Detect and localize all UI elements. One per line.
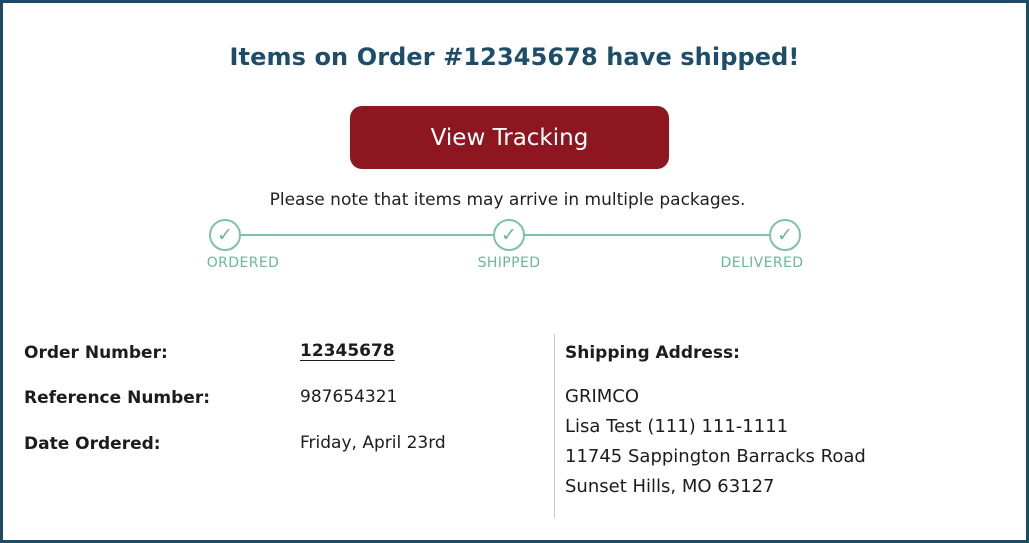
page-title: Items on Order #12345678 have shipped! (229, 43, 800, 71)
step-label-delivered: DELIVERED (720, 255, 804, 271)
order-number-label: Order Number: (24, 343, 168, 363)
address-company: GRIMCO (565, 386, 640, 407)
shipped-check-icon: ✓ (493, 219, 525, 251)
reference-number-label: Reference Number: (24, 388, 211, 408)
view-tracking-button[interactable]: View Tracking (350, 106, 669, 169)
order-number-link[interactable]: 12345678 (300, 341, 395, 361)
step-label-shipped: SHIPPED (477, 255, 541, 271)
multiple-packages-notice: Please note that items may arrive in mul… (269, 190, 746, 210)
address-street: 11745 Sappington Barracks Road (565, 446, 866, 467)
address-city-state-zip: Sunset Hills, MO 63127 (565, 476, 775, 497)
date-ordered-label: Date Ordered: (24, 434, 161, 454)
reference-number-value: 987654321 (300, 387, 398, 407)
shipping-address-title: Shipping Address: (565, 343, 740, 363)
ordered-check-icon: ✓ (209, 219, 241, 251)
delivered-check-icon: ✓ (769, 219, 801, 251)
shipment-notification-card: Items on Order #12345678 have shipped! V… (0, 0, 1029, 543)
column-divider (554, 334, 555, 518)
step-label-ordered: ORDERED (206, 255, 280, 271)
date-ordered-value: Friday, April 23rd (300, 433, 446, 453)
address-contact: Lisa Test (111) 111-1111 (565, 416, 789, 437)
order-number-value[interactable]: 12345678 (300, 341, 395, 361)
